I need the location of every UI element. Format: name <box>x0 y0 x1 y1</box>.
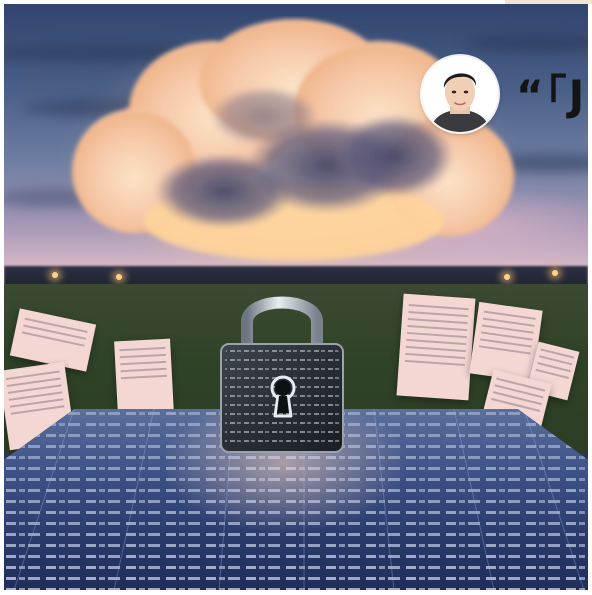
overlay-quote-text: “「J <box>516 71 587 120</box>
image-frame: “「J <box>0 0 592 595</box>
scene-illustration: “「J <box>4 4 588 590</box>
distant-light <box>552 270 558 276</box>
distant-light <box>504 274 510 280</box>
treeline-horizon <box>4 266 588 286</box>
padlock-icon <box>215 284 349 456</box>
cloud-icon <box>72 19 514 261</box>
floating-document <box>114 338 174 416</box>
avatar-icon <box>422 56 498 132</box>
distant-light <box>116 274 122 280</box>
distant-light <box>52 272 58 278</box>
floating-document <box>396 293 476 401</box>
